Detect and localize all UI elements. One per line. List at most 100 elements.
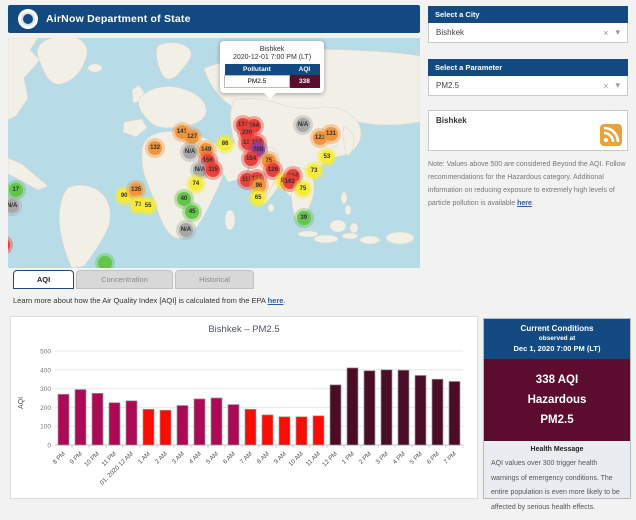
popup-datetime: 2020-12-01 7:00 PM (LT) [224, 54, 320, 61]
x-axis-tick-label: 11 AM [305, 450, 322, 467]
y-axis-tick-label: 200 [40, 405, 51, 412]
parameter-select[interactable]: PM2.5 × ▾ [428, 76, 628, 96]
popup-table: Pollutant AQI PM2.5 338 [224, 64, 320, 88]
chart-bar[interactable] [109, 403, 120, 445]
chart-bar[interactable] [364, 371, 375, 445]
map-marker-na[interactable]: N/A [179, 223, 193, 237]
cc-title: Current Conditions [486, 324, 628, 333]
map-marker[interactable]: 75 [296, 182, 310, 196]
select-city-header: Select a City [428, 6, 628, 23]
chart-bar[interactable] [449, 381, 460, 445]
cc-aqi-value: 338 AQI [486, 370, 628, 390]
y-axis-tick-label: 500 [40, 349, 51, 356]
aqi-bar-chart: 01002003004005008 PM9 PM10 PM11 PM01, 20… [11, 335, 475, 495]
header-bar: AirNow Department of State [8, 5, 420, 33]
cc-observed-datetime: Dec 1, 2020 7:00 PM (LT) [486, 344, 628, 353]
chart-bar[interactable] [398, 370, 409, 445]
chart-bar[interactable] [126, 401, 137, 445]
x-axis-tick-label: 2 AM [154, 450, 169, 465]
cc-header: Current Conditions observed at Dec 1, 20… [484, 319, 630, 359]
chart-bar[interactable] [330, 385, 341, 445]
x-axis-tick-label: 1 PM [341, 450, 356, 465]
chart-bar[interactable] [211, 398, 222, 445]
chart-bar[interactable] [75, 390, 86, 445]
tab-bar: AQI Concentration Historical [13, 270, 254, 289]
parameter-clear-icon[interactable]: × [603, 81, 608, 91]
map-marker[interactable]: 154 [244, 152, 258, 166]
x-axis-tick-label: 5 AM [205, 450, 220, 465]
chart-bar[interactable] [245, 409, 256, 445]
chart-title: Bishkek – PM2.5 [11, 324, 477, 335]
map-popup: Bishkek 2020-12-01 7:00 PM (LT) Pollutan… [220, 41, 324, 93]
map-marker[interactable]: 162 [283, 175, 297, 189]
city-select-value: Bishkek [436, 28, 596, 37]
popup-pointer-icon [264, 93, 276, 105]
map-marker[interactable] [98, 256, 112, 268]
x-axis-tick-label: 8 PM [52, 450, 67, 465]
x-axis-tick-label: 3 PM [375, 450, 390, 465]
map-marker-na[interactable]: N/A [193, 163, 207, 177]
learn-more-link[interactable]: here [268, 296, 284, 305]
learn-more-before: Learn more about how the Air Quality Ind… [13, 296, 268, 305]
chart-bar[interactable] [194, 399, 205, 445]
feed-panel: Bishkek [428, 110, 628, 151]
chart-bar[interactable] [296, 417, 307, 445]
cc-category: Hazardous [486, 390, 628, 410]
city-caret-down-icon[interactable]: ▾ [615, 27, 620, 38]
chart-bar[interactable] [143, 409, 154, 445]
map-marker[interactable]: 74 [189, 177, 203, 191]
popup-pollutant-value: PM2.5 [225, 76, 290, 88]
select-parameter-panel: Select a Parameter PM2.5 × ▾ [428, 59, 628, 96]
chart-bar[interactable] [415, 375, 426, 445]
map-marker[interactable]: 40 [177, 192, 191, 206]
chart-bar[interactable] [279, 417, 290, 445]
rss-icon[interactable] [600, 124, 622, 146]
chart-bar[interactable] [432, 379, 443, 445]
map-land [8, 38, 420, 268]
map-marker[interactable]: 55 [141, 199, 155, 213]
map-marker[interactable]: 73 [307, 164, 321, 178]
chart-bar[interactable] [347, 368, 358, 445]
map-marker[interactable]: 126 [266, 163, 280, 177]
map-marker-na[interactable]: N/A [296, 118, 310, 132]
note-link[interactable]: here [517, 200, 532, 207]
chart-bar[interactable] [381, 370, 392, 445]
parameter-caret-down-icon[interactable]: ▾ [615, 80, 620, 91]
cc-observed-label: observed at [486, 335, 628, 342]
city-clear-icon[interactable]: × [603, 28, 608, 38]
app-title: AirNow Department of State [46, 13, 191, 25]
chart-bar[interactable] [58, 394, 69, 445]
city-select[interactable]: Bishkek × ▾ [428, 23, 628, 43]
x-axis-tick-label: 3 AM [171, 450, 186, 465]
map-marker[interactable]: 53 [320, 150, 334, 164]
chart-bar[interactable] [313, 416, 324, 445]
chart-bar[interactable] [160, 410, 171, 445]
health-message-text: AQI values over 300 trigger health warni… [491, 457, 623, 515]
tab-concentration[interactable]: Concentration [76, 270, 173, 289]
select-city-panel: Select a City Bishkek × ▾ [428, 6, 628, 43]
map-marker[interactable]: 132 [148, 141, 162, 155]
world-map[interactable]: 17N/A132141127901357355N/A149156N/A11574… [8, 38, 420, 268]
x-axis-tick-label: 9 AM [273, 450, 288, 465]
map-marker[interactable]: 39 [297, 211, 311, 225]
map-marker[interactable]: 131 [324, 127, 338, 141]
aqi-note: Note: Values above 500 are considered Be… [428, 158, 628, 210]
map-marker[interactable]: 127 [185, 130, 199, 144]
chart-bar[interactable] [92, 393, 103, 445]
chart-bar[interactable] [262, 415, 273, 445]
tab-historical[interactable]: Historical [175, 270, 254, 289]
parameter-select-value: PM2.5 [436, 81, 596, 90]
x-axis-tick-label: 4 PM [392, 450, 407, 465]
map-marker[interactable]: 17 [9, 183, 23, 197]
tab-aqi[interactable]: AQI [13, 270, 74, 289]
x-axis-tick-label: 6 AM [222, 450, 237, 465]
chart-bar[interactable] [228, 405, 239, 445]
x-axis-tick-label: 7 AM [239, 450, 254, 465]
popup-aqi-value: 338 [289, 76, 319, 88]
chart-bar[interactable] [177, 406, 188, 445]
learn-more-period: . [283, 296, 285, 305]
y-axis-tick-label: 400 [40, 367, 51, 374]
feed-city-label: Bishkek [436, 116, 467, 125]
y-axis-tick-label: 0 [47, 443, 51, 450]
popup-col-pollutant: Pollutant [225, 64, 290, 76]
